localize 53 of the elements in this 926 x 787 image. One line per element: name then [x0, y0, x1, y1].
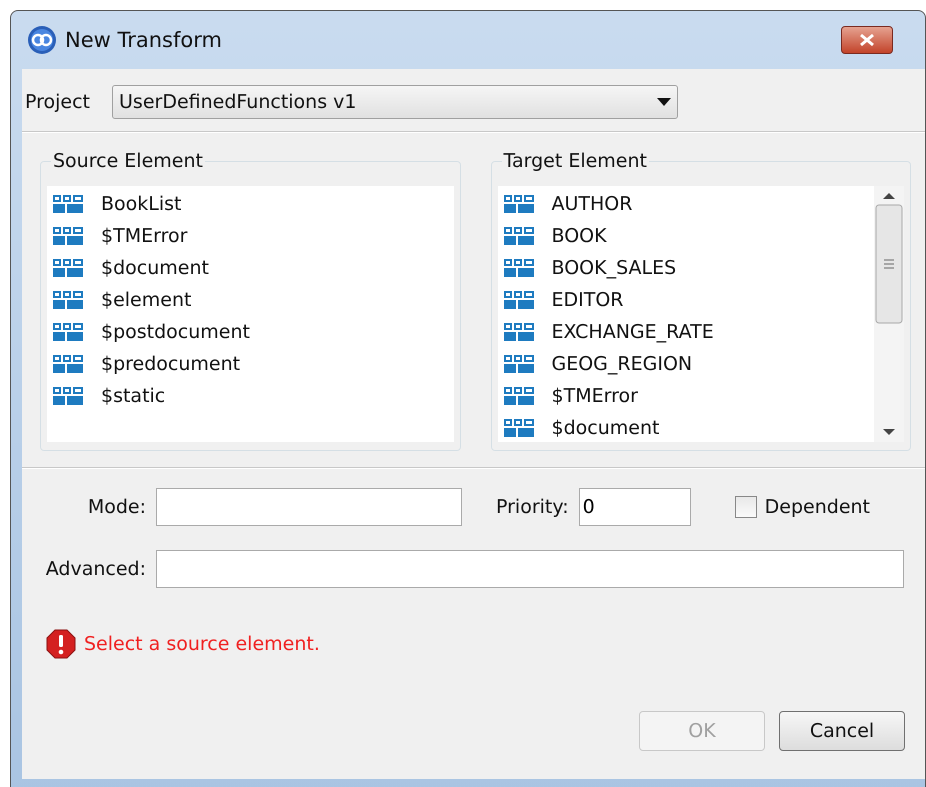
element-icon — [504, 291, 534, 309]
dropdown-arrow-icon[interactable] — [657, 98, 672, 106]
window-title: New Transform — [65, 28, 222, 52]
element-icon — [504, 419, 534, 437]
list-item[interactable]: $document — [47, 252, 454, 284]
element-icon — [53, 195, 83, 213]
list-item[interactable]: BookList — [47, 188, 454, 220]
scrollbar[interactable] — [874, 186, 904, 442]
list-item[interactable]: EXCHANGE_RATE — [498, 316, 874, 348]
dependent-checkbox[interactable] — [734, 496, 757, 518]
element-icon — [504, 227, 534, 245]
list-item[interactable]: $element — [47, 284, 454, 316]
dependent-label: Dependent — [764, 496, 870, 518]
app-logo-icon — [27, 25, 57, 55]
mode-label: Mode: — [86, 496, 146, 518]
element-icon — [53, 259, 83, 277]
list-item[interactable]: $document — [498, 412, 874, 442]
list-item[interactable]: $static — [47, 380, 454, 412]
list-item[interactable]: GEOG_REGION — [498, 348, 874, 380]
element-icon — [504, 387, 534, 405]
list-item[interactable]: AUTHOR — [498, 188, 874, 220]
priority-field[interactable]: 0 — [578, 488, 691, 526]
error-message: Select a source element. — [84, 633, 320, 655]
priority-label: Priority: — [496, 496, 569, 518]
list-item[interactable]: BOOK — [498, 220, 874, 252]
close-icon[interactable] — [859, 33, 875, 47]
element-icon — [53, 227, 83, 245]
advanced-label: Advanced: — [44, 558, 146, 580]
element-icon — [53, 291, 83, 309]
element-icon — [53, 387, 83, 405]
element-icon — [504, 355, 534, 373]
project-label: Project — [25, 91, 90, 113]
project-dropdown[interactable]: UserDefinedFunctions v1 — [112, 85, 678, 119]
list-item[interactable]: $TMError — [47, 220, 454, 252]
list-item[interactable]: BOOK_SALES — [498, 252, 874, 284]
element-icon — [504, 195, 534, 213]
element-icon — [53, 355, 83, 373]
element-icon — [504, 259, 534, 277]
scroll-up-icon[interactable] — [883, 192, 895, 200]
cancel-button[interactable]: Cancel — [779, 711, 905, 751]
group-title: Target Element — [502, 150, 649, 172]
error-icon — [46, 629, 76, 659]
mode-field[interactable] — [156, 488, 462, 526]
element-icon — [53, 323, 83, 341]
advanced-field[interactable] — [156, 550, 904, 588]
list-item[interactable]: EDITOR — [498, 284, 874, 316]
scroll-thumb[interactable] — [876, 204, 902, 324]
scroll-down-icon[interactable] — [883, 428, 895, 436]
list-item[interactable]: $TMError — [498, 380, 874, 412]
close-button[interactable] — [841, 26, 893, 54]
element-icon — [504, 323, 534, 341]
list-item[interactable]: $postdocument — [47, 316, 454, 348]
list-item[interactable]: $predocument — [47, 348, 454, 380]
